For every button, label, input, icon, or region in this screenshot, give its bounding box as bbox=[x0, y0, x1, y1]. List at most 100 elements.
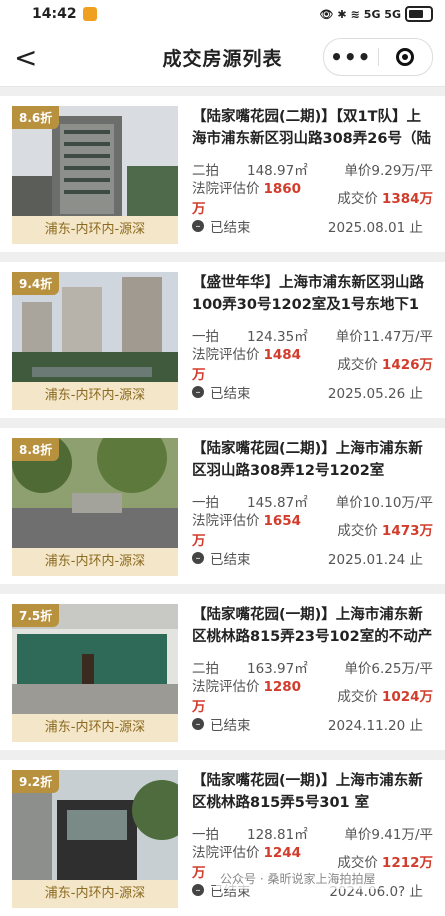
appraisal-label: 法院评估价 bbox=[192, 845, 260, 861]
status-row: – 已结束 2025.08.01 止 bbox=[192, 216, 433, 236]
bluetooth-icon: ✱ bbox=[337, 7, 347, 21]
spec-row: 一拍 128.81㎡ 单价9.41万/平 bbox=[192, 824, 433, 843]
unit-price: 单价6.25万/平 bbox=[344, 661, 433, 677]
listing-info: 【陆家嘴花园(一期)】上海市浦东新区桃林路815弄5号301 室 一拍 128.… bbox=[178, 770, 433, 916]
auction-round: 一拍 bbox=[192, 827, 219, 843]
listing-info: 【陆家嘴花园(一期)】上海市浦东新区桃林路815弄23号102室的不动产 二拍 … bbox=[178, 604, 433, 750]
ended-icon: – bbox=[192, 220, 204, 232]
listing-title: 【陆家嘴花园(一期)】上海市浦东新区桃林路815弄5号301 室 bbox=[192, 773, 423, 811]
listing-thumbnail: 9.2折 浦东-内环内-源深 bbox=[12, 770, 178, 908]
ended-icon: – bbox=[192, 552, 204, 564]
price-row: 法院评估价 1860万 成交价 1384万 bbox=[192, 181, 433, 217]
listing-title: 【陆家嘴花园(一期)】上海市浦东新区桃林路815弄23号102室的不动产 bbox=[192, 607, 433, 645]
listing-title: 【盛世年华】上海市浦东新区羽山路100弄30号1202室及1号东地下1层车库..… bbox=[192, 275, 424, 313]
listing-thumbnail: 9.4折 浦东-内环内-源深 bbox=[12, 272, 178, 410]
status-row: – 已结束 2025.05.26 止 bbox=[192, 382, 433, 402]
end-suffix: 止 bbox=[409, 386, 424, 402]
ended-icon: – bbox=[192, 884, 204, 896]
deal-value: 1426万 bbox=[381, 357, 433, 373]
area: 145.87㎡ bbox=[247, 495, 308, 511]
area: 128.81㎡ bbox=[247, 827, 308, 843]
deal-value: 1024万 bbox=[381, 689, 433, 705]
end-suffix: 止 bbox=[409, 718, 424, 734]
auction-round: 二拍 bbox=[192, 661, 219, 677]
deal-value: 1473万 bbox=[381, 523, 433, 539]
price-row: 法院评估价 1654万 成交价 1473万 bbox=[192, 513, 433, 549]
watermark: 公众号 · 桑昕说家上海拍拍屋 bbox=[216, 868, 380, 889]
unit-price: 单价11.47万/平 bbox=[335, 329, 433, 345]
end-date: 2025.05.26 bbox=[327, 386, 406, 402]
listing-list: 8.6折 浦东-内环内-源深 【陆家嘴花园(二期)】【双1T队】上海市浦东新区羽… bbox=[0, 87, 445, 916]
more-button[interactable]: ••• bbox=[324, 45, 378, 69]
location-tag: 浦东-内环内-源深 bbox=[12, 880, 178, 908]
mini-program-capsule: ••• bbox=[323, 38, 433, 76]
status-label: 已结束 bbox=[210, 220, 251, 236]
price-row: 法院评估价 1280万 成交价 1024万 bbox=[192, 679, 433, 715]
location-tag: 浦东-内环内-源深 bbox=[12, 382, 178, 410]
area: 148.97㎡ bbox=[247, 163, 308, 179]
listing-thumbnail: 8.6折 浦东-内环内-源深 bbox=[12, 106, 178, 244]
discount-badge: 8.8折 bbox=[12, 438, 60, 461]
discount-badge: 8.6折 bbox=[12, 106, 60, 129]
close-icon bbox=[396, 48, 415, 66]
ended-icon: – bbox=[192, 718, 204, 730]
area: 124.35㎡ bbox=[247, 329, 308, 345]
battery-icon bbox=[405, 6, 433, 22]
listing-card[interactable]: 8.6折 浦东-内环内-源深 【陆家嘴花园(二期)】【双1T队】上海市浦东新区羽… bbox=[0, 96, 445, 252]
status-label: 已结束 bbox=[210, 386, 251, 402]
listing-card[interactable]: 8.8折 浦东-内环内-源深 【陆家嘴花园(二期)】上海市浦东新区羽山路308弄… bbox=[0, 428, 445, 584]
listing-card[interactable]: 9.2折 浦东-内环内-源深 【陆家嘴花园(一期)】上海市浦东新区桃林路815弄… bbox=[0, 760, 445, 916]
status-label: 已结束 bbox=[210, 552, 251, 568]
listing-card[interactable]: 9.4折 浦东-内环内-源深 【盛世年华】上海市浦东新区羽山路100弄30号12… bbox=[0, 262, 445, 418]
spec-row: 二拍 163.97㎡ 单价6.25万/平 bbox=[192, 658, 433, 677]
appraisal-label: 法院评估价 bbox=[192, 181, 260, 197]
spec-row: 二拍 148.97㎡ 单价9.29万/平 bbox=[192, 160, 433, 179]
ended-icon: – bbox=[192, 386, 204, 398]
spec-row: 一拍 145.87㎡ 单价10.10万/平 bbox=[192, 492, 433, 511]
unit-price: 单价10.10万/平 bbox=[335, 495, 433, 511]
close-button[interactable] bbox=[379, 48, 433, 66]
eye-icon: 👁 bbox=[319, 7, 334, 21]
location-tag: 浦东-内环内-源深 bbox=[12, 548, 178, 576]
area: 163.97㎡ bbox=[247, 661, 308, 677]
listing-info: 【陆家嘴花园(二期)】上海市浦东新区羽山路308弄12号1202室 一拍 145… bbox=[178, 438, 433, 584]
deal-label: 成交价 bbox=[337, 191, 378, 207]
spec-row: 一拍 124.35㎡ 单价11.47万/平 bbox=[192, 326, 433, 345]
listing-card[interactable]: 7.5折 浦东-内环内-源深 【陆家嘴花园(一期)】上海市浦东新区桃林路815弄… bbox=[0, 594, 445, 750]
unit-price: 单价9.41万/平 bbox=[344, 827, 433, 843]
deal-value: 1212万 bbox=[381, 855, 433, 871]
listing-info: 【盛世年华】上海市浦东新区羽山路100弄30号1202室及1号东地下1层车库..… bbox=[178, 272, 433, 418]
listing-info: 【陆家嘴花园(二期)】【双1T队】上海市浦东新区羽山路308弄26号（陆家嘴..… bbox=[178, 106, 433, 252]
end-date: 2025.01.24 bbox=[327, 552, 406, 568]
end-suffix: 止 bbox=[409, 552, 424, 568]
weather-icon bbox=[82, 7, 97, 21]
location-tag: 浦东-内环内-源深 bbox=[12, 216, 178, 244]
appraisal-label: 法院评估价 bbox=[192, 679, 260, 695]
discount-badge: 9.4折 bbox=[12, 272, 60, 295]
auction-round: 一拍 bbox=[192, 495, 219, 511]
end-date: 2025.08.01 bbox=[327, 220, 406, 236]
unit-price: 单价9.29万/平 bbox=[344, 163, 433, 179]
auction-round: 二拍 bbox=[192, 163, 219, 179]
listing-thumbnail: 8.8折 浦东-内环内-源深 bbox=[12, 438, 178, 576]
deal-label: 成交价 bbox=[337, 357, 378, 373]
deal-label: 成交价 bbox=[337, 523, 378, 539]
back-icon[interactable]: < bbox=[14, 41, 44, 74]
status-icons: 👁 ✱ ≋ 5G 5G bbox=[319, 6, 433, 22]
listing-title: 【陆家嘴花园(二期)】上海市浦东新区羽山路308弄12号1202室 bbox=[192, 441, 423, 479]
end-date: 2024.11.20 bbox=[327, 718, 406, 734]
wifi-icon: ≋ bbox=[350, 7, 360, 21]
signal-label: 5G 5G bbox=[363, 7, 401, 21]
status-row: – 已结束 2024.11.20 止 bbox=[192, 714, 433, 734]
end-suffix: 止 bbox=[409, 220, 424, 236]
deal-label: 成交价 bbox=[337, 689, 378, 705]
nav-bar: < 成交房源列表 ••• bbox=[0, 28, 445, 87]
discount-badge: 9.2折 bbox=[12, 770, 60, 793]
status-row: – 已结束 2025.01.24 止 bbox=[192, 548, 433, 568]
deal-value: 1384万 bbox=[381, 191, 433, 207]
discount-badge: 7.5折 bbox=[12, 604, 60, 627]
status-label: 已结束 bbox=[210, 718, 251, 734]
appraisal-label: 法院评估价 bbox=[192, 347, 260, 363]
appraisal-label: 法院评估价 bbox=[192, 513, 260, 529]
clock: 14:42 bbox=[32, 6, 77, 22]
